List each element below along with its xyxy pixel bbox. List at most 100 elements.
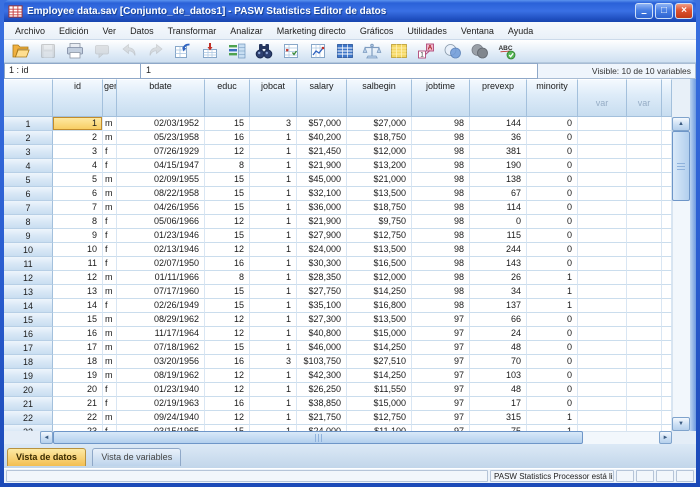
cell-var-2-row6[interactable] — [627, 187, 662, 201]
cell-gender-row11[interactable]: f — [103, 257, 117, 271]
cell-jobcat-row3[interactable]: 1 — [250, 145, 297, 159]
row-number-7[interactable]: 7 — [4, 201, 53, 215]
cell-salary-row10[interactable]: $24,000 — [297, 243, 347, 257]
cell-educ-row8[interactable]: 12 — [205, 215, 250, 229]
column-header-minority[interactable]: minority — [527, 79, 578, 117]
cell-prevexp-row6[interactable]: 67 — [470, 187, 527, 201]
cell-var-2-row9[interactable] — [627, 229, 662, 243]
cell-jobcat-row21[interactable]: 1 — [250, 397, 297, 411]
column-header-gender[interactable]: gender — [103, 79, 117, 117]
cell-gender-row20[interactable]: f — [103, 383, 117, 397]
cell-bdate-row21[interactable]: 02/19/1963 — [117, 397, 205, 411]
cell-var-3-row21[interactable] — [662, 397, 672, 411]
cell-educ-row7[interactable]: 15 — [205, 201, 250, 215]
cell-jobtime-row20[interactable]: 97 — [412, 383, 470, 397]
row-number-17[interactable]: 17 — [4, 341, 53, 355]
cell-bdate-row22[interactable]: 09/24/1940 — [117, 411, 205, 425]
cell-salbegin-row9[interactable]: $12,750 — [347, 229, 412, 243]
cell-jobcat-row20[interactable]: 1 — [250, 383, 297, 397]
cell-educ-row10[interactable]: 12 — [205, 243, 250, 257]
cell-id-row7[interactable]: 7 — [53, 201, 103, 215]
cell-prevexp-row21[interactable]: 17 — [470, 397, 527, 411]
cell-salary-row8[interactable]: $21,900 — [297, 215, 347, 229]
cell-salary-row5[interactable]: $45,000 — [297, 173, 347, 187]
cell-bdate-row9[interactable]: 01/23/1946 — [117, 229, 205, 243]
cell-salary-row17[interactable]: $46,000 — [297, 341, 347, 355]
cell-bdate-row20[interactable]: 01/23/1940 — [117, 383, 205, 397]
cell-jobcat-row22[interactable]: 1 — [250, 411, 297, 425]
menu-marketing-directo[interactable]: Marketing directo — [270, 24, 353, 38]
cell-salbegin-row4[interactable]: $13,200 — [347, 159, 412, 173]
cell-bdate-row3[interactable]: 07/26/1929 — [117, 145, 205, 159]
cell-var-1-row20[interactable] — [578, 383, 627, 397]
cell-jobtime-row10[interactable]: 98 — [412, 243, 470, 257]
row-number-4[interactable]: 4 — [4, 159, 53, 173]
cell-id-row13[interactable]: 13 — [53, 285, 103, 299]
horizontal-scroll-track[interactable] — [583, 431, 659, 444]
row-number-11[interactable]: 11 — [4, 257, 53, 271]
row-number-2[interactable]: 2 — [4, 131, 53, 145]
cell-var-3-row6[interactable] — [662, 187, 672, 201]
cell-educ-row9[interactable]: 15 — [205, 229, 250, 243]
cell-jobtime-row4[interactable]: 98 — [412, 159, 470, 173]
cell-salary-row15[interactable]: $27,300 — [297, 313, 347, 327]
cell-var-1-row18[interactable] — [578, 355, 627, 369]
cell-minority-row20[interactable]: 0 — [527, 383, 578, 397]
insert-cases-icon[interactable] — [277, 41, 304, 62]
cell-prevexp-row2[interactable]: 36 — [470, 131, 527, 145]
cell-prevexp-row1[interactable]: 144 — [470, 117, 527, 131]
cell-id-row21[interactable]: 21 — [53, 397, 103, 411]
cell-bdate-row18[interactable]: 03/20/1956 — [117, 355, 205, 369]
cell-var-2-row2[interactable] — [627, 131, 662, 145]
cell-var-2-row20[interactable] — [627, 383, 662, 397]
cell-var-3-row14[interactable] — [662, 299, 672, 313]
cell-id-row18[interactable]: 18 — [53, 355, 103, 369]
cell-jobtime-row12[interactable]: 98 — [412, 271, 470, 285]
cell-prevexp-row7[interactable]: 114 — [470, 201, 527, 215]
cell-var-1-row5[interactable] — [578, 173, 627, 187]
cell-var-3-row5[interactable] — [662, 173, 672, 187]
menu-ventana[interactable]: Ventana — [454, 24, 501, 38]
cell-jobtime-row13[interactable]: 98 — [412, 285, 470, 299]
column-header-prevexp[interactable]: prevexp — [470, 79, 527, 117]
cell-salbegin-row10[interactable]: $13,500 — [347, 243, 412, 257]
cell-salbegin-row14[interactable]: $16,800 — [347, 299, 412, 313]
cell-id-row1[interactable]: 1 — [53, 117, 103, 131]
column-header-var-2[interactable]: var — [627, 79, 662, 117]
cell-jobcat-row1[interactable]: 3 — [250, 117, 297, 131]
row-number-13[interactable]: 13 — [4, 285, 53, 299]
cell-salary-row9[interactable]: $27,900 — [297, 229, 347, 243]
cell-prevexp-row4[interactable]: 190 — [470, 159, 527, 173]
cell-jobtime-row18[interactable]: 97 — [412, 355, 470, 369]
cell-var-3-row17[interactable] — [662, 341, 672, 355]
scroll-up-button[interactable]: ▲ — [672, 117, 690, 131]
cell-jobtime-row21[interactable]: 97 — [412, 397, 470, 411]
cell-var-2-row17[interactable] — [627, 341, 662, 355]
cell-gender-row18[interactable]: m — [103, 355, 117, 369]
cell-salary-row1[interactable]: $57,000 — [297, 117, 347, 131]
cell-educ-row17[interactable]: 15 — [205, 341, 250, 355]
column-header-jobcat[interactable]: jobcat — [250, 79, 297, 117]
cell-educ-row21[interactable]: 16 — [205, 397, 250, 411]
cell-salbegin-row2[interactable]: $18,750 — [347, 131, 412, 145]
cell-var-2-row19[interactable] — [627, 369, 662, 383]
cell-educ-row16[interactable]: 12 — [205, 327, 250, 341]
cell-var-2-row3[interactable] — [627, 145, 662, 159]
cell-jobcat-row10[interactable]: 1 — [250, 243, 297, 257]
column-header-var-3[interactable] — [662, 79, 672, 117]
cell-salary-row4[interactable]: $21,900 — [297, 159, 347, 173]
cell-bdate-row11[interactable]: 02/07/1950 — [117, 257, 205, 271]
cell-salbegin-row11[interactable]: $16,500 — [347, 257, 412, 271]
cell-jobcat-row9[interactable]: 1 — [250, 229, 297, 243]
menu-gr-ficos[interactable]: Gráficos — [353, 24, 401, 38]
cell-id-row16[interactable]: 16 — [53, 327, 103, 341]
vertical-scrollbar[interactable]: ▲ ▼ — [672, 117, 690, 431]
cell-salbegin-row21[interactable]: $15,000 — [347, 397, 412, 411]
column-header-educ[interactable]: educ — [205, 79, 250, 117]
cell-jobcat-row5[interactable]: 1 — [250, 173, 297, 187]
cell-var-3-row19[interactable] — [662, 369, 672, 383]
cell-id-row17[interactable]: 17 — [53, 341, 103, 355]
cell-minority-row19[interactable]: 0 — [527, 369, 578, 383]
cell-minority-row12[interactable]: 1 — [527, 271, 578, 285]
cell-salbegin-row7[interactable]: $18,750 — [347, 201, 412, 215]
